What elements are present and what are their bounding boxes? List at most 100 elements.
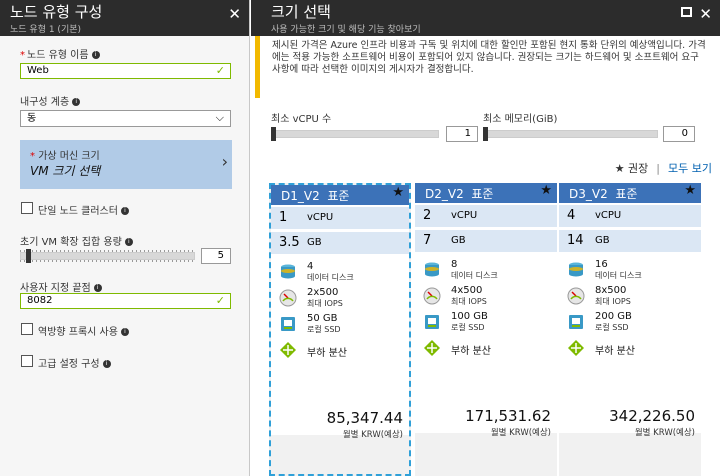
vcpu-row: 1 vCPU xyxy=(271,207,409,229)
ssd-icon xyxy=(423,313,441,331)
size-name: D1_V2 xyxy=(281,189,320,203)
vmss-slider-thumb[interactable] xyxy=(26,249,31,263)
durability-label: 내구성 계층 i xyxy=(20,93,81,108)
size-name: D3_V2 xyxy=(569,187,608,201)
size-card-d1_v2[interactable]: D1_V2 표준 ★ 1 vCPU 3.5 GB 4 데이터 디스크 2x500 최대 … xyxy=(269,183,411,476)
star-icon: ★ xyxy=(392,185,404,200)
memory-row: 14 GB xyxy=(559,230,701,252)
price-period: 월별 KRW(예상) xyxy=(490,428,551,438)
price-period: 월별 KRW(예상) xyxy=(342,430,403,440)
load-balancer-icon xyxy=(423,339,441,357)
maximize-icon[interactable] xyxy=(681,7,692,17)
info-icon: i xyxy=(93,284,102,292)
load-balancing-row: 부하 분산 xyxy=(271,337,409,363)
size-tier: 표준 xyxy=(471,187,494,201)
vm-size-selector[interactable]: * 가상 머신 크기 VM 크기 선택 › xyxy=(20,140,232,189)
size-name: D2_V2 xyxy=(425,187,464,201)
blade-title: 노드 유형 구성 xyxy=(10,3,103,21)
min-mem-thumb[interactable] xyxy=(483,127,488,141)
size-blade-subtitle: 사용 가능한 크기 및 해당 기능 찾아보기 xyxy=(271,25,421,35)
memory-row: 7 GB xyxy=(415,230,557,252)
load-balancing-row: 부하 분산 xyxy=(559,335,701,361)
min-vcpu-thumb[interactable] xyxy=(271,127,276,141)
size-tier: 표준 xyxy=(615,187,638,201)
vmss-input[interactable]: 5 xyxy=(201,248,231,264)
close-icon[interactable]: ✕ xyxy=(699,5,712,23)
vm-size-label: * 가상 머신 크기 xyxy=(30,151,100,162)
size-card-d3_v2[interactable]: D3_V2 표준 ★ 4 vCPU 14 GB 16 데이터 디스크 8x500 최대 … xyxy=(559,183,701,476)
ssd-icon xyxy=(567,313,585,331)
name-input[interactable]: Web ✓ xyxy=(20,63,231,79)
vm-size-value: VM 크기 선택 xyxy=(30,164,101,178)
vmss-label: 초기 VM 확장 집합 용량 i xyxy=(20,233,133,248)
check-icon: ✓ xyxy=(215,294,225,307)
gauge-icon xyxy=(567,287,585,305)
filter-links: ★ 권장 | 모두 보기 xyxy=(614,162,712,175)
min-mem-input[interactable]: 0 xyxy=(663,126,695,142)
size-tier: 표준 xyxy=(327,189,350,203)
min-vcpu-slider[interactable] xyxy=(271,130,439,138)
pricing-note: 제시된 가격은 Azure 인프라 비용과 구독 및 위치에 대한 할인만 포함… xyxy=(255,36,715,98)
data-disks-row: 16 데이터 디스크 xyxy=(559,257,701,283)
blade-subtitle: 노드 유형 1 (기본) xyxy=(10,25,82,35)
ssd-icon xyxy=(279,315,297,333)
size-price: 171,531.62 xyxy=(465,407,551,425)
info-icon: i xyxy=(91,51,100,59)
size-card-body: 4 vCPU 14 GB 16 데이터 디스크 8x500 최대 IOPS 200 GB… xyxy=(559,203,701,433)
close-icon[interactable]: ✕ xyxy=(228,5,241,23)
data-disks-row: 4 데이터 디스크 xyxy=(271,259,409,285)
iops-row: 8x500 최대 IOPS xyxy=(559,283,701,309)
min-vcpu-label: 최소 vCPU 수 xyxy=(271,114,332,125)
name-label: * 노드 유형 이름 i xyxy=(20,46,100,61)
recommended-filter[interactable]: ★ 권장 xyxy=(615,162,649,175)
endpoint-label: 사용자 지정 끝점 i xyxy=(20,279,102,294)
blade-header: 노드 유형 구성 노드 유형 1 (기본) ✕ xyxy=(0,0,249,36)
check-icon: ✓ xyxy=(215,64,225,77)
data-disk-icon xyxy=(279,263,297,281)
memory-row: 3.5 GB xyxy=(271,232,409,254)
reverse-proxy-checkbox[interactable] xyxy=(21,323,33,335)
size-card-d2_v2[interactable]: D2_V2 표준 ★ 2 vCPU 7 GB 8 데이터 디스크 4x500 최대 IO… xyxy=(415,183,557,476)
chevron-down-icon: ⌵ xyxy=(215,111,224,124)
vcpu-row: 4 vCPU xyxy=(559,205,701,227)
single-node-checkbox[interactable] xyxy=(21,202,33,214)
load-balancer-icon xyxy=(567,339,585,357)
min-mem-slider[interactable] xyxy=(483,130,658,138)
size-card-header: D1_V2 표준 ★ xyxy=(271,185,409,205)
iops-row: 4x500 최대 IOPS xyxy=(415,283,557,309)
info-icon: i xyxy=(124,238,133,246)
advanced-checkbox[interactable] xyxy=(21,355,33,367)
single-node-label: 단일 노드 클러스터 i xyxy=(38,202,129,217)
vmss-slider[interactable] xyxy=(20,252,195,260)
size-price: 85,347.44 xyxy=(326,409,403,427)
iops-row: 2x500 최대 IOPS xyxy=(271,285,409,311)
view-all-link[interactable]: 모두 보기 xyxy=(668,162,712,175)
data-disks-row: 8 데이터 디스크 xyxy=(415,257,557,283)
ssd-row: 50 GB 로컬 SSD xyxy=(271,311,409,337)
info-icon: i xyxy=(120,207,129,215)
info-icon: i xyxy=(72,98,81,106)
info-icon: i xyxy=(102,360,111,368)
size-card-body: 2 vCPU 7 GB 8 데이터 디스크 4x500 최대 IOPS 100 GB 로컬… xyxy=(415,203,557,433)
size-blade: 크기 선택 사용 가능한 크기 및 해당 기능 찾아보기 ✕ 제시된 가격은 A… xyxy=(251,0,720,476)
min-vcpu-input[interactable]: 1 xyxy=(446,126,478,142)
size-card-header: D3_V2 표준 ★ xyxy=(559,183,701,203)
data-disk-icon xyxy=(423,261,441,279)
gauge-icon xyxy=(279,289,297,307)
star-icon: ★ xyxy=(540,183,552,198)
ssd-row: 100 GB 로컬 SSD xyxy=(415,309,557,335)
data-disk-icon xyxy=(567,261,585,279)
reverse-proxy-label: 역방향 프록시 사용 i xyxy=(38,323,129,338)
size-price: 342,226.50 xyxy=(609,407,695,425)
size-blade-title: 크기 선택 xyxy=(271,3,331,21)
vcpu-row: 2 vCPU xyxy=(415,205,557,227)
gauge-icon xyxy=(423,287,441,305)
chevron-right-icon: › xyxy=(221,152,228,171)
size-blade-header: 크기 선택 사용 가능한 크기 및 해당 기능 찾아보기 ✕ xyxy=(251,0,720,36)
node-type-blade: 노드 유형 구성 노드 유형 1 (기본) ✕ * 노드 유형 이름 i Web ✓ … xyxy=(0,0,250,476)
ssd-row: 200 GB 로컬 SSD xyxy=(559,309,701,335)
star-icon: ★ xyxy=(684,183,696,198)
size-card-body: 1 vCPU 3.5 GB 4 데이터 디스크 2x500 최대 IOPS 50 GB 로… xyxy=(271,205,409,435)
durability-select[interactable]: 동 ⌵ xyxy=(20,110,231,127)
endpoint-input[interactable]: 8082 ✓ xyxy=(20,293,231,309)
